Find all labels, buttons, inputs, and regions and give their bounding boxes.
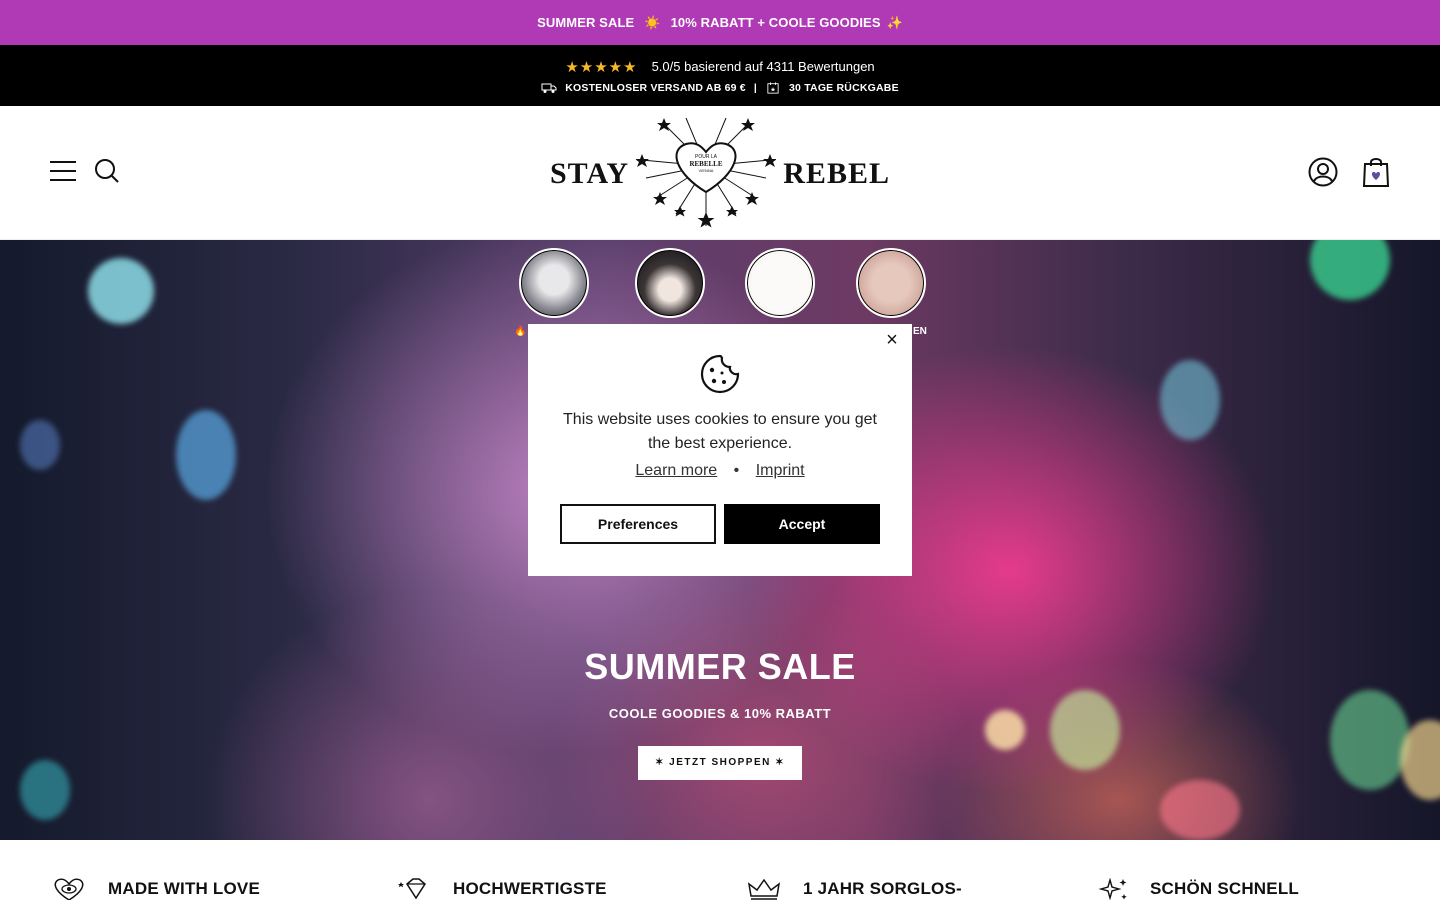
category-bubble[interactable]: [745, 248, 815, 318]
accept-button[interactable]: Accept: [724, 504, 880, 544]
diamond-icon: [398, 878, 426, 900]
trust-separator: |: [753, 81, 757, 94]
sparkle-icon: [1098, 877, 1127, 900]
hero-text: SUMMER SALE COOLE GOODIES & 10% RABATT ✶…: [0, 646, 1440, 780]
menu-icon[interactable]: [50, 160, 76, 182]
sun-icon: ☀️: [644, 14, 661, 30]
category-bubble[interactable]: [635, 248, 705, 318]
feature-label: SCHÖN SCHNELL: [1150, 879, 1299, 898]
sparkle-icon: ✨: [886, 14, 903, 30]
category-bubble[interactable]: [519, 248, 589, 318]
cookie-message: This website uses cookies to ensure you …: [563, 411, 877, 452]
logo-word-left: STAY: [550, 157, 630, 190]
feature-item: MADE WITH LOVE: [50, 876, 260, 900]
logo-badge-mid: REBELLE: [690, 160, 723, 168]
category-bubble[interactable]: [856, 248, 926, 318]
hero-title: SUMMER SALE: [584, 646, 856, 687]
free-shipping-text: KOSTENLOSER VERSAND AB 69 €: [565, 81, 746, 94]
category-fire-icon: 🔥: [514, 326, 527, 337]
logo-badge-bot: VIENNA: [699, 168, 714, 173]
crown-icon: [747, 878, 781, 900]
feature-item: SCHÖN SCHNELL: [1096, 876, 1299, 900]
bokeh-light: [20, 420, 60, 470]
feature-item: 1 JAHR SORGLOS-: [745, 876, 962, 900]
account-icon[interactable]: [1308, 157, 1338, 187]
rating-text[interactable]: 5.0/5 basierend auf 4311 Bewertungen: [652, 59, 875, 74]
imprint-link[interactable]: Imprint: [756, 462, 805, 479]
bokeh-light: [1160, 360, 1220, 440]
rating-stars-icon: ★★★★★: [565, 58, 638, 76]
link-separator: •: [733, 462, 740, 479]
close-icon[interactable]: ×: [882, 330, 902, 350]
feature-item: HOCHWERTIGSTE: [397, 876, 607, 900]
promo-left-text: SUMMER SALE: [537, 15, 635, 30]
preferences-button[interactable]: Preferences: [560, 504, 716, 544]
returns-text: 30 TAGE RÜCKGABE: [789, 81, 899, 94]
shop-now-button[interactable]: ✶ JETZT SHOPPEN ✶: [637, 746, 803, 780]
logo-word-right: REBEL: [783, 157, 890, 190]
truck-icon: [541, 83, 557, 93]
promo-right-text: 10% RABATT + COOLE GOODIES: [670, 15, 881, 30]
site-logo[interactable]: STAY POUR LA REBELLE VIENNA REBEL: [550, 114, 890, 234]
bokeh-light: [176, 410, 236, 500]
feature-label: 1 JAHR SORGLOS-: [803, 879, 962, 898]
calendar-star-icon: [767, 81, 779, 94]
cart-icon[interactable]: [1362, 156, 1390, 188]
rebelle-heart-logo-icon: POUR LA REBELLE VIENNA: [636, 117, 777, 228]
category-label: EN: [913, 326, 927, 337]
promo-bar[interactable]: SUMMER SALE ☀️ 10% RABATT + COOLE GOODIE…: [0, 0, 1440, 45]
hero-subtitle: COOLE GOODIES & 10% RABATT: [608, 706, 832, 721]
cookie-icon: [700, 354, 740, 394]
cookie-consent-modal: × This website uses cookies to ensure yo…: [528, 324, 912, 576]
cookie-links: Learn more • Imprint: [528, 462, 912, 480]
site-header: STAY POUR LA REBELLE VIENNA REBEL: [0, 106, 1440, 240]
features-strip: MADE WITH LOVE HOCHWERTIGSTE 1 JAHR SORG…: [0, 840, 1440, 900]
heart-eye-icon: [54, 878, 84, 900]
trust-bar: ★★★★★ 5.0/5 basierend auf 4311 Bewertung…: [0, 45, 1440, 106]
feature-label: MADE WITH LOVE: [108, 879, 261, 898]
search-icon[interactable]: [94, 158, 120, 184]
learn-more-link[interactable]: Learn more: [635, 462, 717, 479]
feature-label: HOCHWERTIGSTE: [453, 879, 607, 898]
bokeh-light: [1160, 780, 1240, 840]
